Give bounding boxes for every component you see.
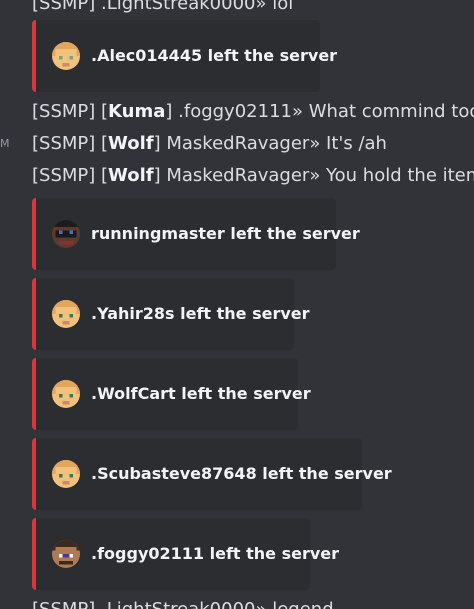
leave-embed: .Alec014445 left the server <box>32 20 337 92</box>
embed-text: .Scubasteve87648 left the server <box>91 464 392 483</box>
leave-embed: .Scubasteve87648 left the server <box>32 438 392 510</box>
dark-skin-avatar <box>52 220 80 248</box>
message-partial-bottom: [SSMP] .LightStreak0000» legend <box>32 596 474 609</box>
steve-blond-avatar <box>52 42 80 70</box>
message-prefix: [SSMP] [ <box>32 133 109 154</box>
message-prefix: [SSMP] [ <box>32 101 109 122</box>
leave-embed: runningmaster left the server <box>32 198 360 270</box>
message-text: ] MaskedRavager» You hold the item yo <box>153 165 474 186</box>
chat-log: [SSMP] .LightStreak0000» lol .Alec014445… <box>0 0 474 609</box>
steve-blond-avatar <box>52 460 80 488</box>
embed-text: .Alec014445 left the server <box>91 46 338 65</box>
message-text: ] .foggy02111» What commind too add <box>165 101 474 122</box>
embed-text: .foggy02111 left the server <box>91 544 340 563</box>
chat-message: [SSMP] [Wolf] MaskedRavager» It's /ah <box>32 130 474 158</box>
leave-embed: .foggy02111 left the server <box>32 518 339 590</box>
leave-embed: .WolfCart left the server <box>32 358 311 430</box>
embed-text: runningmaster left the server <box>91 224 360 243</box>
steve-blond-avatar <box>52 380 80 408</box>
rank-tag: Kuma <box>108 101 166 122</box>
message-partial-top: [SSMP] .LightStreak0000» lol <box>32 0 294 14</box>
rank-tag: Wolf <box>108 165 154 186</box>
chat-message: [SSMP] [Kuma] .foggy02111» What commind … <box>32 98 474 126</box>
timestamp-hint: M <box>0 137 10 150</box>
message-text: ] MaskedRavager» It's /ah <box>153 133 387 154</box>
steve-brown-avatar <box>52 540 80 568</box>
chat-message: [SSMP] [Wolf] MaskedRavager» You hold th… <box>32 162 474 190</box>
embed-text: .WolfCart left the server <box>91 384 311 403</box>
rank-tag: Wolf <box>108 133 154 154</box>
steve-blond-avatar <box>52 300 80 328</box>
leave-embed: .Yahir28s left the server <box>32 278 310 350</box>
embed-text: .Yahir28s left the server <box>91 304 310 323</box>
message-prefix: [SSMP] [ <box>32 165 109 186</box>
